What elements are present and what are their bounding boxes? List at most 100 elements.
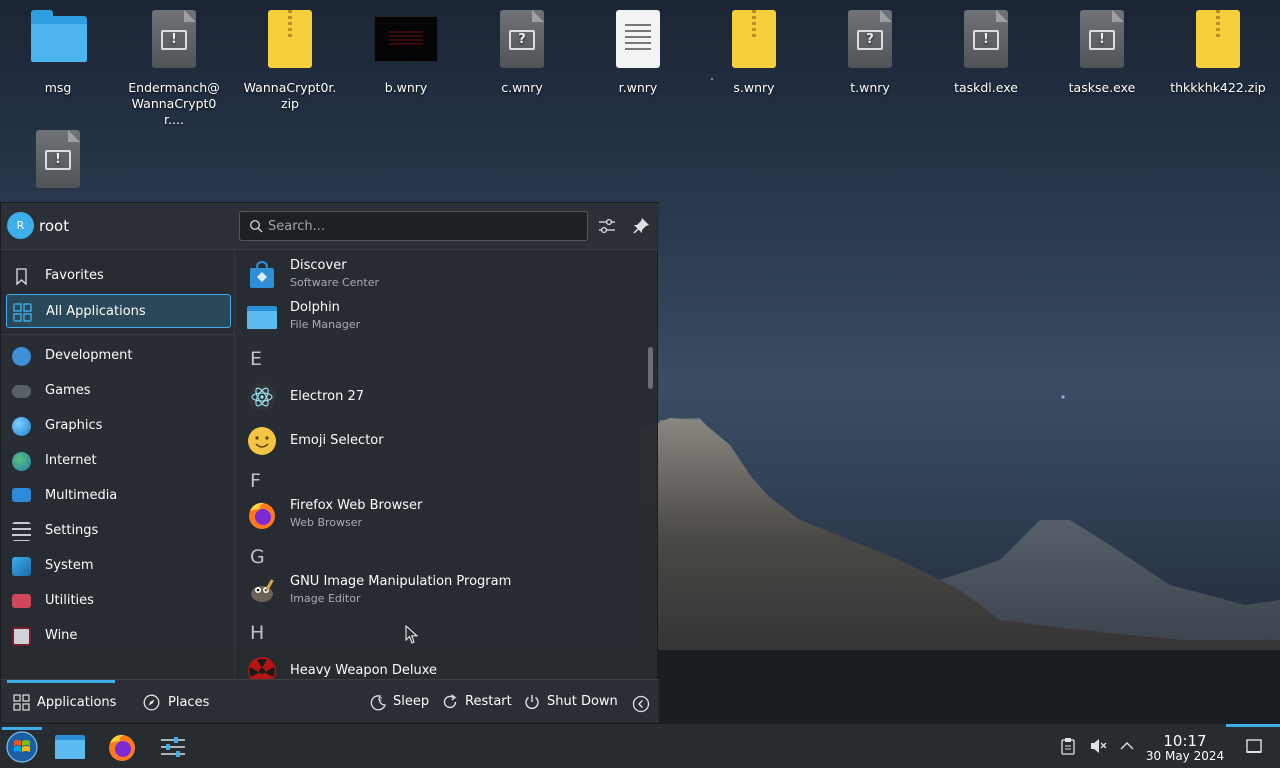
desktop-icon-r-wnry[interactable]: r.wnry (582, 10, 694, 96)
chevron-left-icon[interactable] (632, 695, 650, 713)
app-discover[interactable]: Discover Software Center (236, 254, 636, 296)
globe-icon (12, 452, 31, 471)
app-subtitle: File Manager (290, 318, 361, 331)
search-input[interactable] (268, 212, 568, 240)
app-emoji-selector[interactable]: Emoji Selector (236, 420, 636, 462)
emoji-icon (248, 427, 276, 455)
taskbar-firefox[interactable] (100, 727, 144, 767)
desktop-icon-label: b.wnry (384, 80, 428, 95)
taskbar: 10:17 30 May 2024 (0, 723, 1280, 768)
desktop-icon-msg[interactable]: msg (2, 10, 114, 96)
category-internet[interactable]: Internet (6, 444, 231, 478)
category-utilities[interactable]: Utilities (6, 584, 231, 618)
desktop-icon-s-wnry[interactable]: s.wnry (698, 10, 810, 96)
taskbar-system-settings[interactable] (152, 727, 196, 767)
wine-icon (12, 627, 31, 646)
zip-icon (258, 10, 322, 74)
desktop-icon-taskdl[interactable]: ! taskdl.exe (930, 10, 1042, 96)
sidebar-divider (1, 334, 235, 335)
desktop-icon-c-wnry[interactable]: ? c.wnry (466, 10, 578, 96)
utilities-icon (12, 594, 31, 608)
file-manager-icon (55, 735, 85, 759)
application-launcher: R root Favorites All Applications Develo… (0, 202, 659, 724)
clock-date[interactable]: 30 May 2024 (1142, 749, 1228, 763)
sleep-label: Sleep (393, 694, 430, 709)
tab-label: Places (168, 695, 210, 710)
app-list-scrollbar[interactable] (645, 251, 655, 679)
app-heavy-weapon-deluxe[interactable]: Heavy Weapon Deluxe (236, 650, 636, 679)
shut-down-button[interactable]: Shut Down (523, 691, 619, 715)
category-label: Games (45, 383, 91, 398)
configure-icon[interactable] (596, 215, 618, 237)
desktop-icon-wannacrypt-zip[interactable]: WannaCrypt0r. zip (234, 10, 346, 112)
app-name: GNU Image Manipulation Program (290, 574, 512, 589)
clock-time[interactable]: 10:17 (1146, 732, 1224, 750)
category-games[interactable]: Games (6, 374, 231, 408)
gamepad-icon (12, 385, 31, 398)
app-dolphin[interactable]: Dolphin File Manager (236, 296, 636, 338)
mouse-cursor-icon (405, 625, 419, 644)
sleep-icon: z (370, 695, 386, 711)
category-sidebar: Favorites All Applications Development G… (1, 251, 235, 679)
user-name: root (39, 217, 70, 235)
desktop-icon-b-wnry[interactable]: b.wnry (350, 10, 462, 96)
search-icon (249, 219, 263, 233)
category-settings[interactable]: Settings (6, 514, 231, 548)
desktop-icon-taskse[interactable]: ! taskse.exe (1046, 10, 1158, 96)
app-firefox[interactable]: Firefox Web Browser Web Browser (236, 494, 636, 536)
app-subtitle: Image Editor (290, 592, 361, 605)
desktop-icon-label: WannaCrypt0r. zip (243, 80, 337, 111)
category-system[interactable]: System (6, 549, 231, 583)
tab-places[interactable]: Places (131, 680, 221, 724)
app-subtitle: Web Browser (290, 516, 363, 529)
active-indicator (1226, 724, 1280, 727)
image-file-icon (374, 10, 438, 74)
section-letter-g: G (250, 546, 265, 568)
tab-label: Applications (37, 695, 117, 710)
desktop-icon-executable[interactable]: ! (2, 130, 114, 200)
pin-icon[interactable] (630, 215, 652, 237)
unknown-file-icon: ? (490, 10, 554, 74)
desktop-icon-endermanch[interactable]: ! Endermanch@ WannaCrypt0r.... (118, 10, 230, 128)
volume-muted-icon[interactable] (1089, 737, 1107, 755)
launcher-footer: Applications Places z Sleep Restart Shut… (1, 679, 659, 724)
category-development[interactable]: Development (6, 339, 231, 373)
category-label: Utilities (45, 593, 94, 608)
category-wine[interactable]: Wine (6, 619, 231, 653)
category-all-applications[interactable]: All Applications (6, 294, 231, 328)
development-icon (12, 347, 31, 366)
start-menu-button[interactable] (0, 727, 44, 767)
multimedia-icon (12, 488, 31, 502)
show-desktop-icon[interactable] (1245, 737, 1263, 755)
taskbar-file-manager[interactable] (48, 727, 92, 767)
application-list: Discover Software Center Dolphin File Ma… (236, 251, 644, 679)
category-graphics[interactable]: Graphics (6, 409, 231, 443)
desktop-icon-label: c.wnry (501, 80, 543, 95)
desktop-icon-label: msg (44, 80, 72, 95)
desktop-icon-t-wnry[interactable]: ? t.wnry (814, 10, 926, 96)
desktop-icon-thkkkhk422-zip[interactable]: thkkkhk422.zip (1162, 10, 1274, 96)
search-field[interactable] (239, 211, 588, 241)
category-multimedia[interactable]: Multimedia (6, 479, 231, 513)
app-name: Heavy Weapon Deluxe (290, 663, 438, 678)
desktop-icon-label: r.wnry (618, 80, 658, 95)
compass-icon (143, 694, 160, 711)
chevron-up-icon[interactable] (1118, 737, 1136, 755)
category-favorites[interactable]: Favorites (6, 259, 231, 293)
tab-applications[interactable]: Applications (1, 680, 121, 724)
app-name: Electron 27 (290, 389, 364, 404)
user-avatar[interactable]: R (7, 212, 34, 239)
text-file-icon (606, 10, 670, 74)
app-electron[interactable]: Electron 27 (236, 376, 636, 418)
category-label: Development (45, 348, 133, 363)
app-gimp[interactable]: GNU Image Manipulation Program Image Edi… (236, 570, 636, 612)
app-name: Firefox Web Browser (290, 498, 423, 513)
clipboard-icon[interactable] (1059, 737, 1077, 755)
sleep-button[interactable]: z Sleep (369, 691, 431, 715)
launcher-header: R root (1, 203, 659, 250)
scrollbar-thumb[interactable] (648, 347, 653, 389)
executable-icon: ! (142, 10, 206, 74)
app-subtitle: Software Center (290, 276, 380, 289)
app-name: Discover (290, 258, 347, 273)
restart-button[interactable]: Restart (441, 691, 513, 715)
